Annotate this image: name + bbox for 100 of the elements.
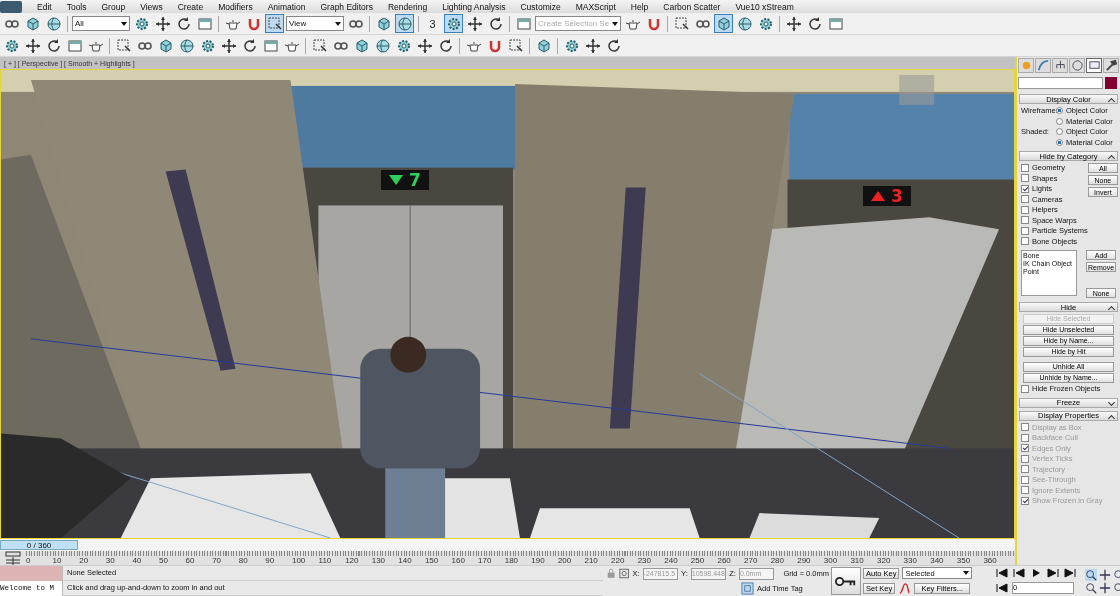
menu-item[interactable]: Help (630, 1, 649, 12)
curve-editor-icon[interactable] (5, 551, 21, 565)
command-panel-tab[interactable] (1052, 58, 1068, 73)
frame-number: 90 (265, 556, 276, 565)
command-panel-tab[interactable] (1103, 58, 1119, 73)
move-icon (220, 37, 237, 54)
rotate-icon (437, 37, 454, 54)
time-slider[interactable]: 0 / 360 (0, 540, 79, 550)
maxscript-listener-field[interactable] (0, 566, 62, 581)
playback-icon[interactable] (1012, 568, 1026, 578)
tangent-curve-icon[interactable] (898, 581, 912, 595)
key-mode-button[interactable] (831, 567, 861, 595)
snap-toggle-button[interactable]: 3 (423, 14, 442, 34)
select-icon (673, 15, 690, 32)
frame-number: 330 (903, 556, 918, 565)
frame-number: 310 (850, 556, 865, 565)
menu-item[interactable]: Create (177, 1, 204, 12)
rotate-icon (241, 37, 258, 54)
move-icon (584, 37, 601, 54)
rotate-icon (806, 15, 823, 32)
menu-item[interactable]: Vue10 xStream (735, 1, 794, 12)
frame-number: 100 (291, 556, 307, 565)
toolbar-button[interactable] (153, 14, 172, 34)
gear-icon (445, 15, 462, 32)
floor-number: 7 (409, 170, 421, 190)
crosshair-icon[interactable] (619, 568, 630, 579)
pan-icon[interactable] (1099, 568, 1111, 581)
cube-icon (715, 15, 732, 32)
gear-icon (757, 15, 774, 32)
frame-number: 70 (212, 556, 223, 565)
playback-icon[interactable] (1063, 568, 1077, 578)
playback-icon[interactable] (1046, 568, 1060, 578)
menu-item[interactable]: Views (140, 1, 163, 12)
window-icon (262, 37, 279, 54)
frame-number: 40 (132, 556, 143, 565)
frame-number: 140 (398, 556, 413, 565)
toolbar-button[interactable] (465, 14, 484, 34)
command-panel-tab[interactable] (1035, 58, 1051, 73)
menu-item[interactable]: Graph Editors (320, 1, 373, 12)
toolbar-button[interactable] (415, 36, 434, 56)
sphere-icon (45, 15, 62, 32)
window-icon (66, 37, 83, 54)
cube-icon (535, 37, 552, 54)
toolbar-button[interactable] (219, 36, 238, 56)
object-color-swatch[interactable] (1105, 77, 1117, 89)
menu-item[interactable]: Rendering (387, 1, 428, 12)
dropdown[interactable]: All (72, 16, 130, 32)
time-config-icon[interactable] (995, 583, 1009, 593)
frame-number: 20 (79, 556, 90, 565)
gear-icon (133, 15, 150, 32)
frame-number: 30 (105, 556, 116, 565)
menu-item[interactable]: Customize (520, 1, 561, 12)
frame-number: 320 (877, 556, 892, 565)
cube-icon (157, 37, 174, 54)
command-panel-tab[interactable] (1069, 58, 1085, 73)
menu-item[interactable]: Animation (267, 1, 306, 12)
object-name-field[interactable] (1018, 77, 1103, 89)
frame-number: 280 (770, 556, 785, 565)
frame-number: 200 (557, 556, 573, 565)
playback-icon[interactable] (995, 568, 1009, 578)
menu-item[interactable]: Carbon Scatter (663, 1, 721, 12)
toolbar-button[interactable] (714, 14, 733, 34)
frame-number: 110 (318, 556, 333, 565)
rotate-icon (45, 37, 62, 54)
rotate-icon (175, 15, 192, 32)
frame-number: 360 (983, 556, 998, 565)
frame-number: 120 (345, 556, 360, 565)
menu-item[interactable]: Modifiers (218, 1, 253, 12)
frame-number: 290 (797, 556, 812, 565)
frame-number: 80 (238, 556, 249, 565)
rotate-icon (487, 15, 504, 32)
clock-icon (1070, 59, 1084, 72)
menu-item[interactable]: Group (101, 1, 126, 12)
menu-item[interactable]: Edit (37, 1, 52, 12)
menu-item[interactable]: Tools (66, 1, 87, 12)
menu-item[interactable]: MAXScript (575, 1, 616, 12)
frame-number: 340 (930, 556, 945, 565)
viewport[interactable]: 7 3 (0, 69, 1015, 539)
zoom-icon[interactable] (1085, 568, 1097, 581)
toolbar-button[interactable] (265, 14, 284, 34)
select-icon (507, 37, 524, 54)
app-logo-icon[interactable] (0, 0, 22, 13)
sphere-icon (374, 37, 391, 54)
toolbar-button[interactable] (784, 14, 803, 34)
frame-number: 210 (584, 556, 599, 565)
command-panel-tab[interactable] (1086, 58, 1102, 73)
move-icon (24, 37, 41, 54)
menu-item[interactable]: Lighting Analysis (442, 1, 506, 12)
track-bar[interactable]: 0 10 20 30 40 50 60 70 80 90 100 110 120 130 140 150 160 170 180 190 200 210 220 230 240 250 260 270 280 290 300 310 320 330 340 350 360 (0, 551, 1015, 565)
pan-icon[interactable] (1099, 581, 1111, 594)
dropdown[interactable]: View (286, 16, 344, 32)
monitor-icon (1087, 59, 1101, 72)
zoom-icon[interactable] (1085, 581, 1097, 594)
frame-number: 150 (424, 556, 440, 565)
window-icon (827, 15, 844, 32)
toolbar-button[interactable] (23, 36, 42, 56)
frame-number: 10 (52, 556, 63, 565)
toolbar-button[interactable] (583, 36, 602, 56)
gear-icon (199, 37, 216, 54)
toolbar-button[interactable] (444, 14, 463, 34)
